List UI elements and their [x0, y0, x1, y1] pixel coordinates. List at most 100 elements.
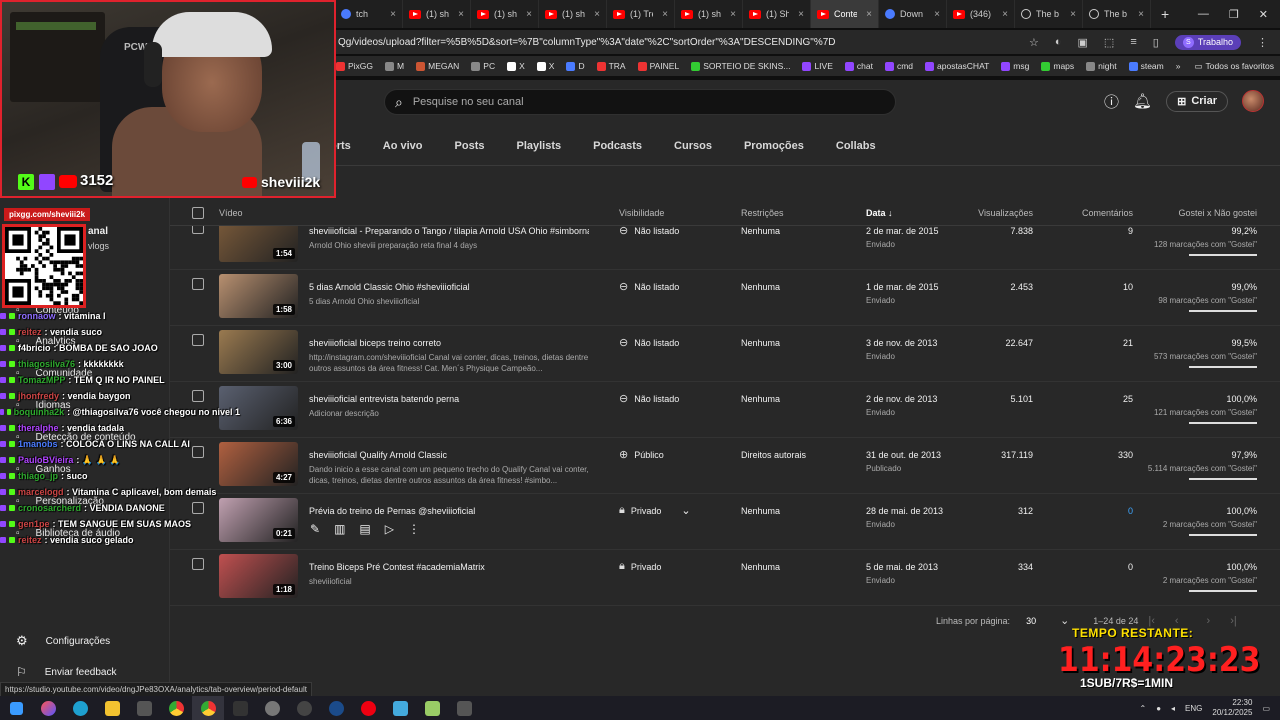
video-title[interactable]: sheviiioficial Qualify Arnold Classic — [309, 450, 589, 460]
sidepanel-icon[interactable]: ▯ — [1153, 36, 1159, 49]
bookmark[interactable]: msg — [1001, 61, 1029, 71]
browser-tab[interactable]: (1) she × — [403, 0, 471, 28]
video-thumbnail[interactable]: 1:18 — [219, 554, 298, 598]
opera-icon[interactable] — [352, 696, 384, 720]
bookmark[interactable]: SORTEIO DE SKINS... — [691, 61, 790, 71]
close-window-icon[interactable]: ✕ — [1259, 8, 1268, 21]
comments-cell[interactable]: 0 — [1128, 506, 1133, 516]
bell-icon[interactable]: 🔔︎ — [1133, 92, 1152, 110]
table-row[interactable]: 4:27 sheviiioficial Qualify Arnold Classi… — [170, 438, 1280, 494]
youtube-icon[interactable]: ▷ — [385, 522, 394, 536]
row-checkbox[interactable] — [192, 558, 204, 570]
video-title[interactable]: sheviiioficial entrevista batendo perna — [309, 394, 589, 404]
lang-indicator[interactable]: ENG — [1185, 704, 1202, 713]
settings-icon[interactable] — [256, 696, 288, 720]
col-date[interactable]: Data ↓ — [866, 208, 893, 218]
browser-tab[interactable]: (1) she × — [471, 0, 539, 28]
table-row[interactable]: 1:58 5 dias Arnold Classic Ohio #sheviiio… — [170, 270, 1280, 326]
tab-7[interactable]: Collabs — [836, 140, 876, 152]
create-button[interactable]: ⊞ Criar — [1166, 90, 1228, 112]
chrome-icon[interactable] — [160, 696, 192, 720]
sidebar-settings[interactable]: ⚙ Configurações — [16, 633, 110, 649]
row-checkbox[interactable] — [192, 278, 204, 290]
visibility-cell[interactable]: 🔒︎ Privado ⌄ — [619, 504, 691, 517]
puzzle-icon[interactable]: ⬚ — [1104, 36, 1114, 49]
comments-icon[interactable]: ▤ — [359, 522, 370, 536]
close-icon[interactable]: × — [390, 9, 396, 20]
avatar[interactable] — [1242, 90, 1264, 112]
col-comments[interactable]: Comentários — [1082, 208, 1133, 218]
close-icon[interactable]: × — [1002, 9, 1008, 20]
browser-tab[interactable]: (346) × — [947, 0, 1015, 28]
bookmark[interactable]: chat — [844, 61, 873, 71]
bookmark[interactable]: X — [507, 61, 525, 71]
browser-tab[interactable]: tch × — [335, 0, 403, 28]
notification-icon[interactable]: ▭ — [1262, 704, 1270, 713]
edge-icon[interactable] — [64, 696, 96, 720]
tab-4[interactable]: Podcasts — [593, 140, 642, 152]
copilot-icon[interactable] — [32, 696, 64, 720]
close-icon[interactable]: × — [866, 9, 872, 20]
bookmark[interactable]: PixGG — [336, 61, 373, 71]
new-tab-icon[interactable]: + — [1161, 6, 1169, 22]
bookmark[interactable]: MEGAN — [416, 61, 459, 71]
bookmark[interactable]: night — [1086, 61, 1117, 71]
close-icon[interactable]: × — [594, 9, 600, 20]
help-icon[interactable]: ⓘ — [1104, 91, 1119, 112]
maximize-icon[interactable]: ❐ — [1229, 8, 1239, 21]
star-icon[interactable]: ☆ — [1029, 36, 1039, 49]
sidebar-feedback[interactable]: ⚐ Enviar feedback — [16, 665, 116, 679]
prev-page-icon[interactable]: ‹ — [1175, 615, 1179, 627]
bookmark[interactable]: PC — [471, 61, 495, 71]
steam-icon[interactable] — [320, 696, 352, 720]
bookmark[interactable]: apostasCHAT — [925, 61, 989, 71]
speaker-icon[interactable]: ◂ — [1171, 704, 1175, 713]
browser-tab[interactable]: (1) she × — [539, 0, 607, 28]
col-restrictions[interactable]: Restrições — [741, 208, 784, 218]
more-icon[interactable]: ⋮ — [408, 522, 420, 536]
url-text[interactable]: Qg/videos/upload?filter=%5B%5D&sort=%7B"… — [330, 37, 1029, 48]
chevron-down-icon[interactable]: ⌄ — [681, 504, 690, 517]
table-row[interactable]: 0:21 Prévia do treino de Pernas @sheviiio… — [170, 494, 1280, 550]
chevron-up-icon[interactable]: ⌃ — [1139, 704, 1146, 713]
tab-1[interactable]: Ao vivo — [383, 140, 423, 152]
browser-tab[interactable]: Down × — [879, 0, 947, 28]
all-bookmarks[interactable]: ▭ Todos os favoritos — [1194, 61, 1274, 72]
first-page-icon[interactable]: |‹ — [1148, 615, 1155, 627]
video-title[interactable]: sheviiioficial - Preparando o Tango / ti… — [309, 226, 589, 236]
channel-search[interactable]: ⌕ Pesquise no seu canal — [384, 89, 896, 115]
bookmark[interactable]: steam — [1128, 61, 1164, 71]
tab-2[interactable]: Posts — [455, 140, 485, 152]
bookmark[interactable]: maps — [1041, 61, 1074, 71]
obs-icon[interactable] — [288, 696, 320, 720]
close-icon[interactable]: × — [798, 9, 804, 20]
close-icon[interactable]: × — [934, 9, 940, 20]
bookmark[interactable]: LIVE — [802, 61, 833, 71]
video-title[interactable]: Treino Biceps Pré Contest #academiaMatri… — [309, 562, 589, 572]
tab-6[interactable]: Promoções — [744, 140, 804, 152]
minimize-icon[interactable]: — — [1198, 8, 1209, 20]
chevron-down-icon[interactable]: ⌄ — [1060, 614, 1069, 627]
browser-tab[interactable]: (1) she × — [675, 0, 743, 28]
close-icon[interactable]: × — [662, 9, 668, 20]
table-row[interactable]: 1:18 Treino Biceps Pré Contest #academiaM… — [170, 550, 1280, 606]
profile-button[interactable]: S Trabalho — [1174, 34, 1241, 50]
next-page-icon[interactable]: › — [1207, 615, 1211, 627]
app-icon[interactable] — [384, 696, 416, 720]
close-icon[interactable]: × — [1070, 9, 1076, 20]
chevron-right-icon[interactable]: » — [1176, 61, 1181, 72]
menu-icon[interactable]: ⋮ — [1257, 36, 1268, 49]
mic-icon[interactable]: ● — [1156, 704, 1161, 713]
browser-tab[interactable]: (1) Tre × — [607, 0, 675, 28]
bookmark[interactable]: X — [536, 61, 554, 71]
select-all-checkbox[interactable] — [192, 207, 204, 219]
address-bar[interactable]: Qg/videos/upload?filter=%5B%5D&sort=%7B"… — [330, 30, 1280, 54]
calculator-icon[interactable] — [448, 696, 480, 720]
col-likes[interactable]: Gostei x Não gostei — [1178, 208, 1257, 218]
edit-icon[interactable]: ✎ — [310, 522, 320, 536]
app-icon[interactable] — [224, 696, 256, 720]
close-icon[interactable]: × — [730, 9, 736, 20]
windows-start-icon[interactable] — [0, 696, 32, 720]
close-icon[interactable]: × — [1138, 9, 1144, 20]
bookmark[interactable]: TRA — [596, 61, 626, 71]
